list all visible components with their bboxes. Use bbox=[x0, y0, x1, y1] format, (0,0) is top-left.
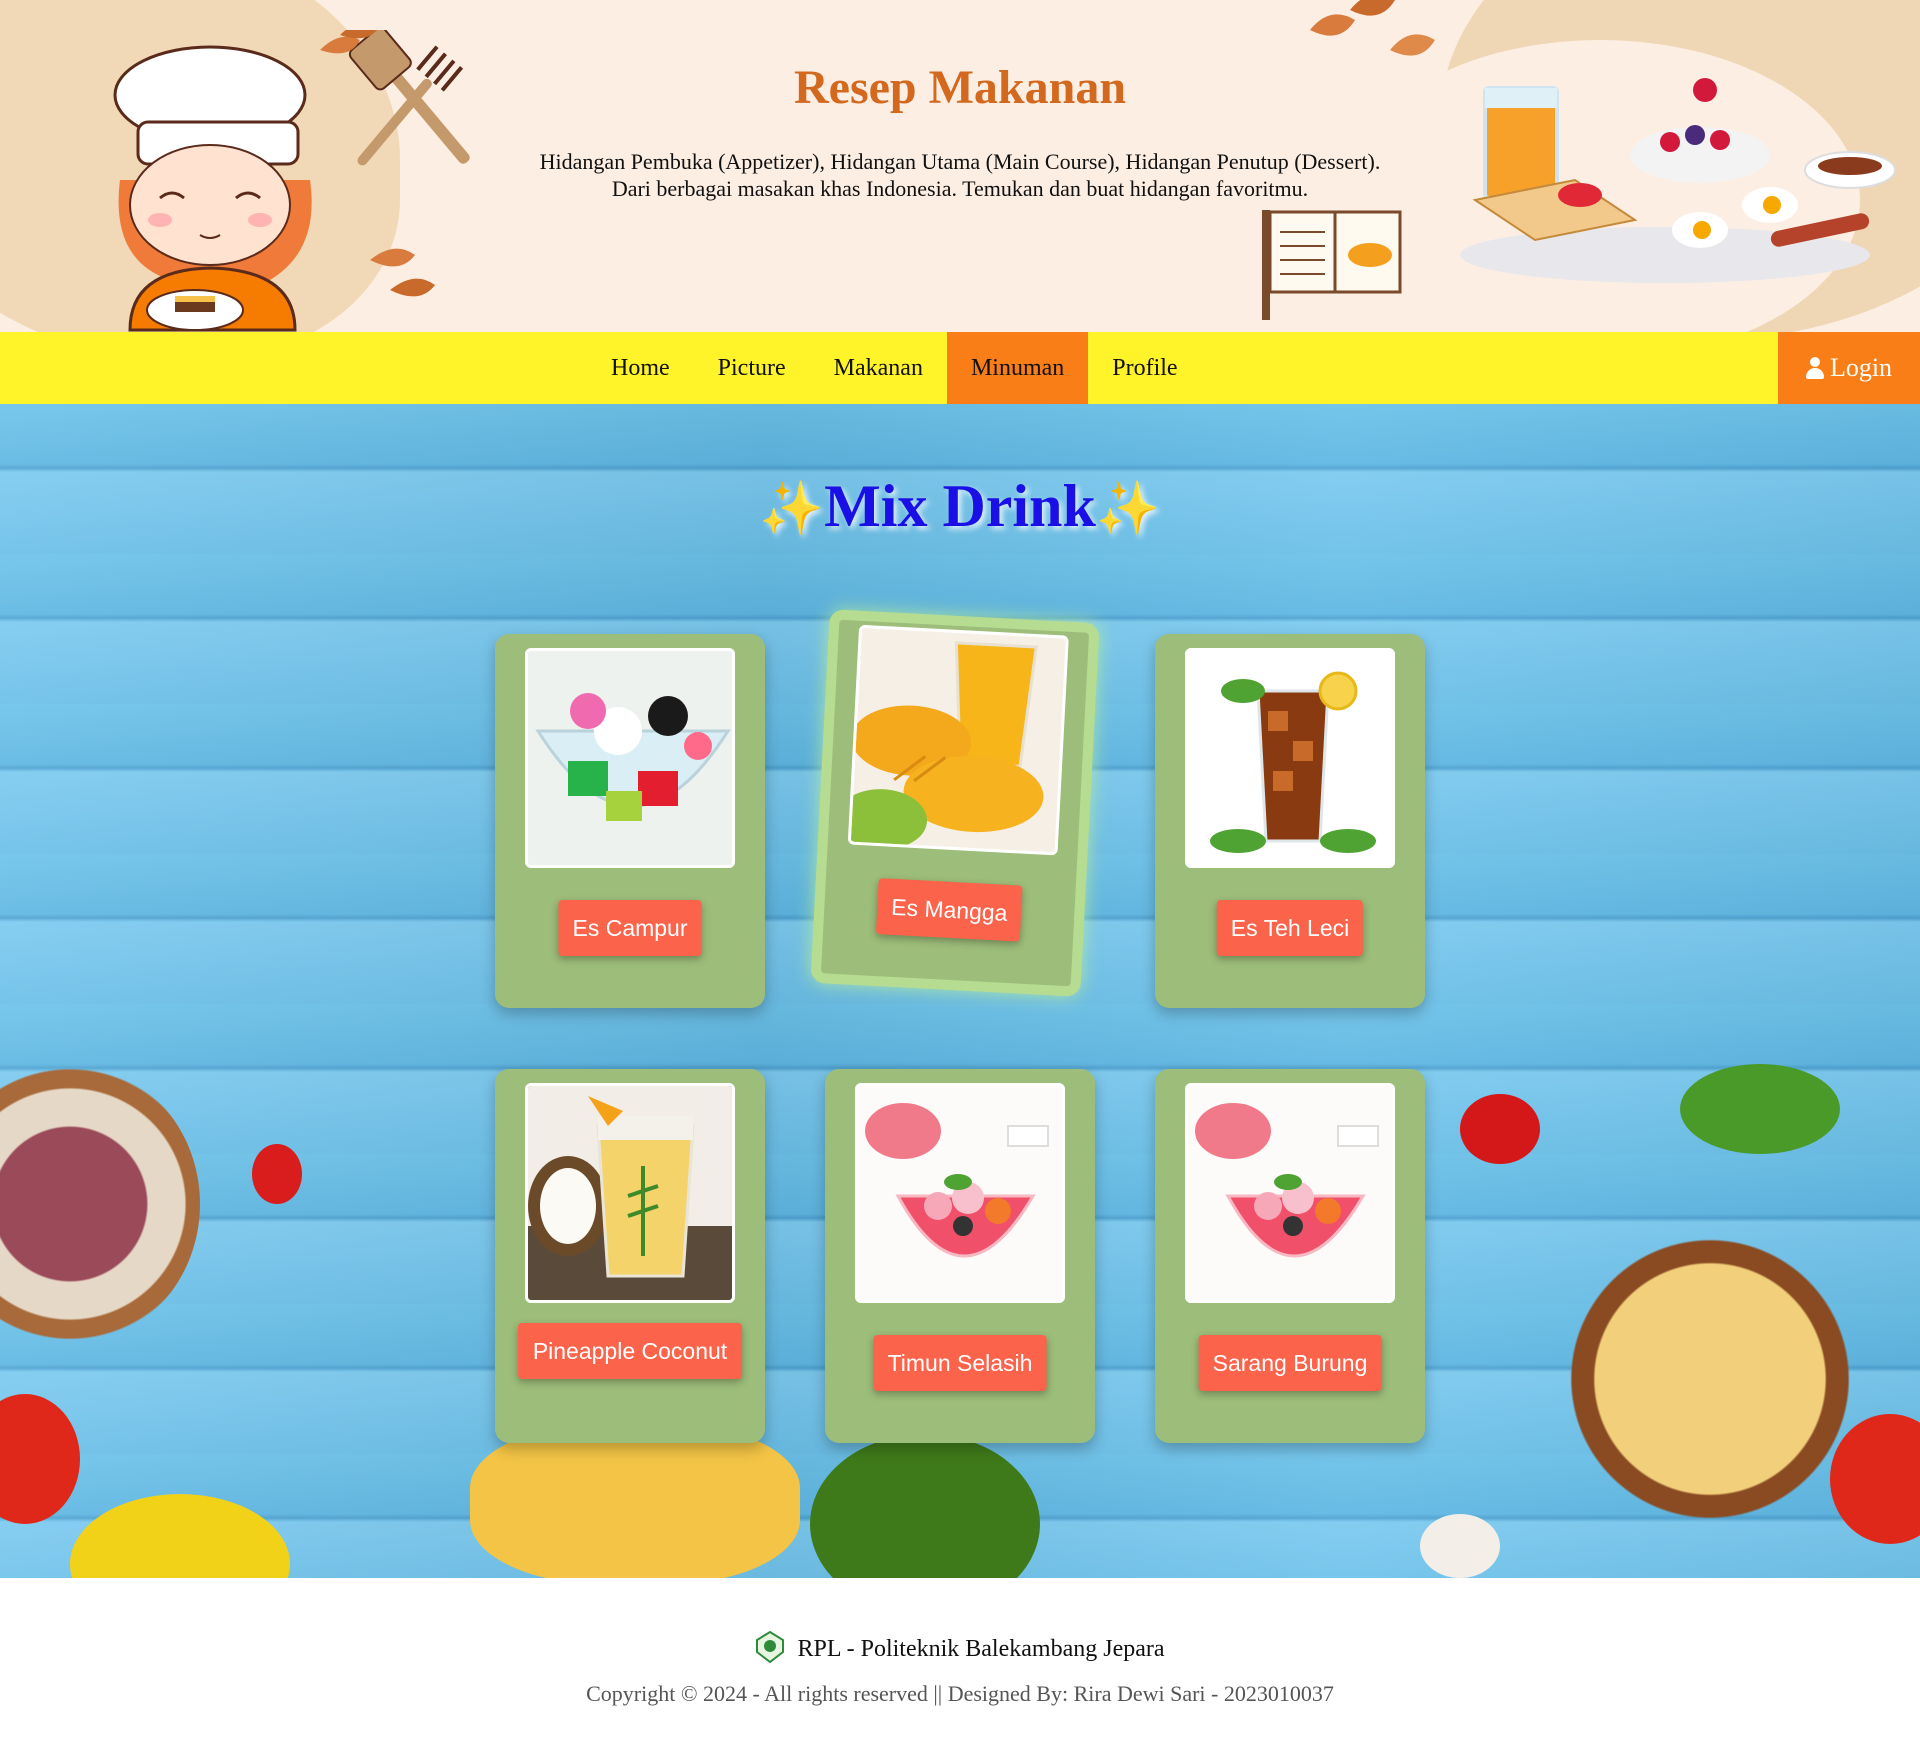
header-banner: Resep Makanan Hidangan Pembuka (Appetize… bbox=[0, 0, 1920, 332]
garlic-decoration bbox=[1420, 1514, 1500, 1578]
pasta-decoration bbox=[470, 1424, 800, 1578]
site-description-line: Hidangan Pembuka (Appetizer), Hidangan U… bbox=[539, 149, 1381, 174]
nav-item-profile[interactable]: Profile bbox=[1088, 332, 1201, 404]
section-title-text: Mix Drink bbox=[824, 473, 1096, 539]
sparkle-icon: ✨ bbox=[759, 481, 825, 538]
drink-label[interactable]: Es Mangga bbox=[875, 878, 1023, 942]
nav-item-minuman[interactable]: Minuman bbox=[946, 332, 1089, 404]
drink-card[interactable]: Es Teh Leci bbox=[1155, 634, 1425, 1008]
user-icon bbox=[1805, 357, 1824, 379]
section-title: ✨Mix Drink✨ bbox=[0, 472, 1920, 541]
sparkle-icon: ✨ bbox=[1095, 481, 1161, 538]
drink-card[interactable]: Es Mangga bbox=[810, 609, 1100, 997]
drink-photo-sarang-burung bbox=[1185, 1083, 1395, 1303]
tomato-decoration bbox=[252, 1144, 302, 1204]
drink-label[interactable]: Es Teh Leci bbox=[1216, 900, 1364, 956]
drink-label[interactable]: Es Campur bbox=[558, 900, 702, 956]
drink-card[interactable]: Sarang Burung bbox=[1155, 1069, 1425, 1443]
drink-photo-es-campur bbox=[525, 648, 735, 868]
site-description: Hidangan Pembuka (Appetizer), Hidangan U… bbox=[0, 148, 1920, 202]
main-navbar: Home Picture Makanan Minuman Profile Log… bbox=[0, 332, 1920, 404]
drink-card[interactable]: Es Campur bbox=[495, 634, 765, 1008]
nav-item-makanan[interactable]: Makanan bbox=[810, 332, 947, 404]
drink-photo-es-teh-leci bbox=[1185, 648, 1395, 868]
campus-logo-icon bbox=[756, 1630, 785, 1664]
drink-photo-es-mangga bbox=[847, 624, 1069, 856]
footer-copyright: Copyright © 2024 - All rights reserved |… bbox=[586, 1681, 1334, 1706]
drink-card[interactable]: Timun Selasih bbox=[825, 1069, 1095, 1443]
main-content: ✨Mix Drink✨ Es Campur Es Mangga Es Teh L… bbox=[0, 404, 1920, 1578]
tomato-decoration bbox=[1460, 1094, 1540, 1164]
nav-menu: Home Picture Makanan Minuman Profile bbox=[587, 332, 1202, 404]
nav-item-picture[interactable]: Picture bbox=[694, 332, 810, 404]
drink-photo-timun-selasih bbox=[855, 1083, 1065, 1303]
site-description-line: Dari berbagai masakan khas Indonesia. Te… bbox=[611, 176, 1309, 201]
login-label: Login bbox=[1829, 353, 1893, 382]
pasta-bowl-decoration bbox=[1560, 1234, 1860, 1524]
footer-org-text: RPL - Politeknik Balekambang Jepara bbox=[797, 1636, 1165, 1662]
drink-card[interactable]: Pineapple Coconut bbox=[495, 1069, 765, 1443]
basil-decoration bbox=[1680, 1064, 1840, 1154]
login-button[interactable]: Login bbox=[1778, 332, 1920, 404]
drink-label[interactable]: Pineapple Coconut bbox=[518, 1323, 742, 1379]
footer-org: RPL - Politeknik Balekambang Jepara bbox=[0, 1630, 1920, 1664]
drink-photo-pineapple-coconut bbox=[525, 1083, 735, 1303]
drink-label[interactable]: Sarang Burung bbox=[1198, 1335, 1382, 1391]
nav-item-home[interactable]: Home bbox=[587, 332, 694, 404]
footer: RPL - Politeknik Balekambang Jepara Copy… bbox=[0, 1578, 1920, 1740]
site-title: Resep Makanan bbox=[793, 61, 1127, 114]
drink-label[interactable]: Timun Selasih bbox=[873, 1335, 1047, 1391]
